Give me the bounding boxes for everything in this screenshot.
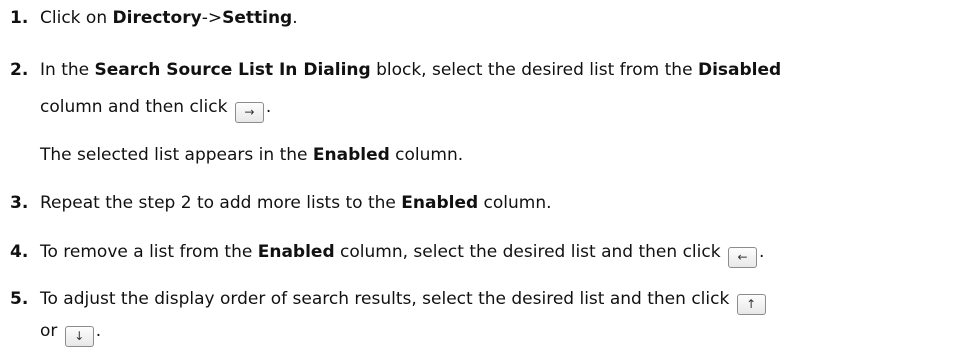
right-arrow-button-icon: →	[234, 102, 264, 123]
step-number: 1.	[10, 8, 29, 28]
step-text: To adjust the display order of search re…	[40, 285, 768, 315]
step-2-note: The selected list appears in the Enabled…	[40, 145, 464, 165]
step-number: 3.	[10, 193, 29, 213]
ui-term-enabled: Enabled	[312, 145, 390, 165]
step-text: To remove a list from the Enabled column…	[40, 238, 764, 268]
left-arrow-button-icon: ←	[727, 247, 757, 268]
ui-term-enabled: Enabled	[257, 242, 335, 262]
ui-term-enabled: Enabled	[401, 193, 479, 213]
ui-term-disabled: Disabled	[697, 60, 782, 80]
step-number: 5.	[10, 289, 29, 309]
ui-term-search-source-list: Search Source List In Dialing	[94, 60, 371, 80]
ui-term-directory: Directory	[112, 8, 202, 28]
step-2-continuation: column and then click →.	[40, 93, 271, 123]
step-text: In the Search Source List In Dialing blo…	[40, 60, 782, 80]
step-number: 2.	[10, 60, 29, 80]
step-number: 4.	[10, 242, 29, 262]
down-arrow-button-icon: ↓	[64, 326, 94, 347]
up-arrow-button-icon: ↑	[736, 294, 766, 315]
step-text: Click on Directory->Setting.	[40, 8, 298, 28]
step-5-continuation: or ↓.	[40, 317, 101, 347]
step-text: Repeat the step 2 to add more lists to t…	[40, 193, 552, 213]
ui-term-setting: Setting	[222, 8, 293, 28]
